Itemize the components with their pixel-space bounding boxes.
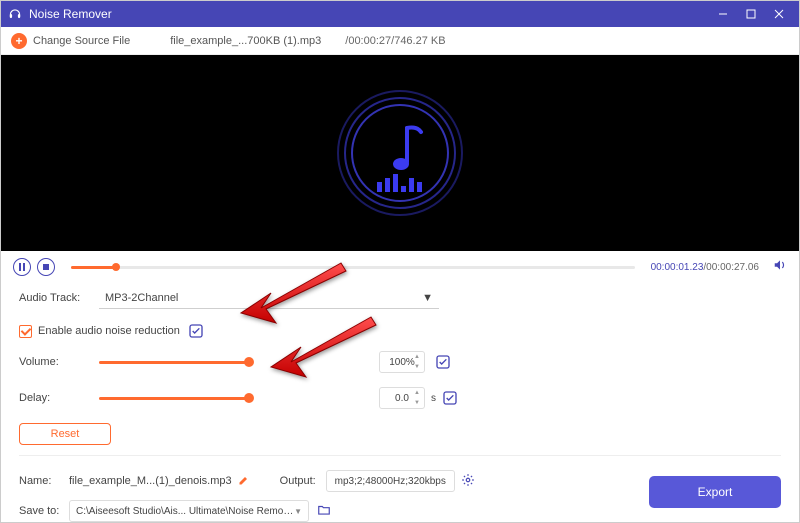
saveto-label: Save to: bbox=[19, 505, 69, 517]
apply-noise-reduction-icon[interactable] bbox=[188, 323, 204, 339]
minimize-button[interactable] bbox=[709, 1, 737, 27]
source-filename: file_example_...700KB (1).mp3 bbox=[170, 35, 321, 47]
spin-up-icon[interactable]: ▲ bbox=[414, 390, 422, 396]
delay-value: 0.0 bbox=[395, 393, 409, 404]
open-folder-icon[interactable] bbox=[317, 503, 331, 520]
audio-placeholder-icon bbox=[325, 78, 475, 228]
edit-name-icon[interactable] bbox=[238, 474, 250, 489]
save-to-select[interactable]: C:\Aiseesoft Studio\Ais... Ultimate\Nois… bbox=[69, 500, 309, 522]
titlebar: Noise Remover bbox=[1, 1, 799, 27]
app-logo-icon bbox=[7, 6, 23, 22]
delay-slider[interactable] bbox=[99, 397, 249, 400]
apply-delay-icon[interactable] bbox=[442, 390, 458, 406]
total-time: /00:00:27.06 bbox=[703, 262, 759, 273]
stop-button[interactable] bbox=[37, 258, 55, 276]
volume-label: Volume: bbox=[19, 356, 99, 368]
close-button[interactable] bbox=[765, 1, 793, 27]
player-bar: 00:00:01.23/00:00:27.06 bbox=[1, 251, 799, 277]
spin-down-icon[interactable]: ▼ bbox=[414, 364, 422, 370]
volume-row: Volume: 100% ▲ ▼ bbox=[19, 351, 781, 373]
audio-track-value: MP3-2Channel bbox=[105, 292, 178, 304]
output-name-value: file_example_M...(1)_denois.mp3 bbox=[69, 475, 232, 487]
enable-noise-reduction-row: Enable audio noise reduction bbox=[19, 323, 781, 339]
annotation-arrow-2 bbox=[261, 307, 381, 387]
maximize-button[interactable] bbox=[737, 1, 765, 27]
audio-track-row: Audio Track: MP3-2Channel ▼ bbox=[19, 287, 781, 309]
delay-unit: s bbox=[431, 393, 436, 404]
change-source-label[interactable]: Change Source File bbox=[33, 35, 130, 47]
time-display: 00:00:01.23/00:00:27.06 bbox=[651, 262, 759, 273]
seek-slider[interactable] bbox=[71, 266, 635, 269]
reset-button[interactable]: Reset bbox=[19, 423, 111, 445]
output-format-value: mp3;2;48000Hz;320kbps bbox=[335, 476, 446, 487]
delay-value-stepper[interactable]: 0.0 ▲ ▼ bbox=[379, 387, 425, 409]
name-label: Name: bbox=[19, 475, 69, 487]
pause-button[interactable] bbox=[13, 258, 31, 276]
volume-value: 100% bbox=[389, 357, 415, 368]
enable-noise-reduction-checkbox[interactable] bbox=[19, 325, 32, 338]
delay-label: Delay: bbox=[19, 392, 99, 404]
chevron-down-icon: ▼ bbox=[422, 292, 433, 304]
output-format-select[interactable]: mp3;2;48000Hz;320kbps bbox=[326, 470, 455, 492]
volume-icon[interactable] bbox=[773, 258, 787, 277]
spin-up-icon[interactable]: ▲ bbox=[414, 354, 422, 360]
output-label: Output: bbox=[280, 475, 326, 487]
volume-value-stepper[interactable]: 100% ▲ ▼ bbox=[379, 351, 425, 373]
volume-slider[interactable] bbox=[99, 361, 249, 364]
settings-panel: Audio Track: MP3-2Channel ▼ Enable audio… bbox=[1, 277, 799, 470]
apply-volume-icon[interactable] bbox=[435, 354, 451, 370]
current-time: 00:00:01.23 bbox=[651, 262, 704, 273]
chevron-down-icon: ▼ bbox=[294, 507, 302, 516]
source-header: + Change Source File file_example_...700… bbox=[1, 27, 799, 55]
app-title: Noise Remover bbox=[29, 7, 112, 21]
source-meta: /00:00:27/746.27 KB bbox=[345, 35, 445, 47]
export-button[interactable]: Export bbox=[649, 476, 781, 508]
saveto-value: C:\Aiseesoft Studio\Ais... Ultimate\Nois… bbox=[76, 506, 294, 517]
spin-down-icon[interactable]: ▼ bbox=[414, 400, 422, 406]
media-preview bbox=[1, 55, 799, 251]
output-settings-icon[interactable] bbox=[461, 473, 475, 490]
audio-track-select[interactable]: MP3-2Channel ▼ bbox=[99, 287, 439, 309]
change-source-button[interactable]: + bbox=[11, 33, 27, 49]
audio-track-label: Audio Track: bbox=[19, 292, 99, 304]
enable-noise-reduction-label: Enable audio noise reduction bbox=[38, 325, 180, 337]
delay-row: Delay: 0.0 ▲ ▼ s bbox=[19, 387, 781, 409]
